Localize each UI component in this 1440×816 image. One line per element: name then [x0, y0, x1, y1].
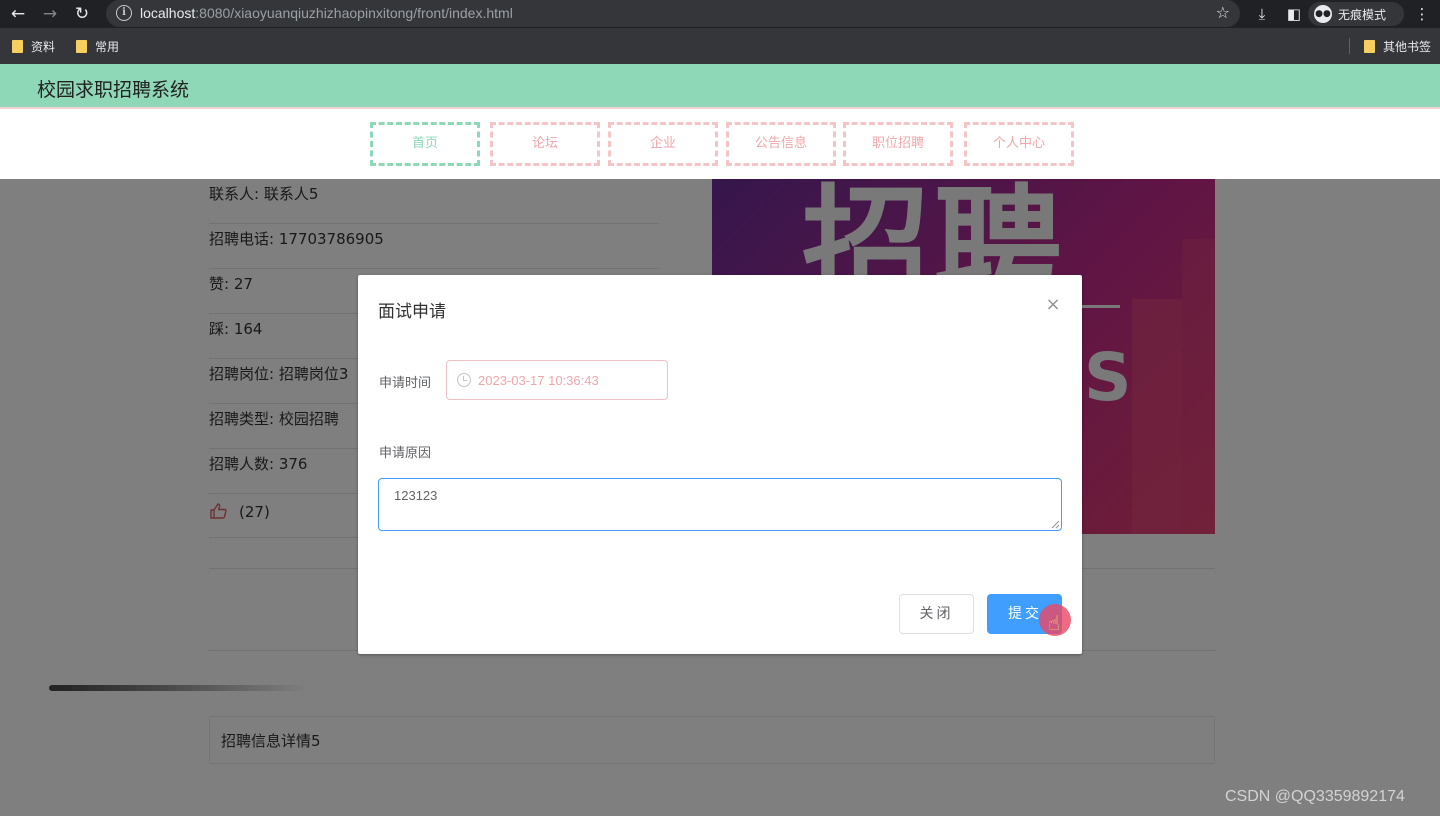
nav-company[interactable]: 企业: [608, 122, 718, 166]
incognito-icon: ●●: [1314, 5, 1332, 23]
folder-icon: [1364, 40, 1375, 53]
site-header: 校园求职招聘系统: [0, 64, 1440, 109]
close-button[interactable]: 关闭: [899, 594, 974, 634]
incognito-indicator[interactable]: ●● 无痕模式: [1308, 2, 1404, 26]
bookmarks-divider: [1349, 38, 1350, 54]
interview-application-dialog: 面试申请 × 申请时间 2023-03-17 10:36:43 申请原因 123…: [358, 275, 1082, 654]
folder-icon: [12, 40, 23, 53]
site-info-icon[interactable]: i: [116, 5, 132, 21]
site-title: 校园求职招聘系统: [37, 79, 190, 101]
nav-home[interactable]: 首页: [370, 122, 480, 166]
folder-icon: [76, 40, 87, 53]
bookmark-star-icon[interactable]: ☆: [1216, 3, 1230, 22]
side-panel-icon[interactable]: ◧: [1282, 2, 1306, 26]
reason-label: 申请原因: [379, 446, 432, 461]
bookmark-folder[interactable]: 常用: [76, 38, 119, 54]
nav-forum[interactable]: 论坛: [490, 122, 600, 166]
reason-textarea[interactable]: 123123: [378, 478, 1062, 531]
watermark: CSDN @QQ3359892174: [1225, 788, 1405, 805]
other-bookmarks[interactable]: 其他书签: [1364, 38, 1431, 54]
back-icon[interactable]: ←: [6, 2, 30, 26]
forward-icon[interactable]: →: [38, 2, 62, 26]
main-nav: 首页 论坛 企业 公告信息 职位招聘 个人中心: [0, 109, 1440, 179]
clock-icon: [457, 373, 471, 387]
application-time-value: 2023-03-17 10:36:43: [478, 373, 599, 388]
bookmarks-bar: 资料 常用 其他书签: [0, 28, 1440, 64]
bookmark-folder[interactable]: 资料: [12, 38, 55, 54]
application-time-picker[interactable]: 2023-03-17 10:36:43: [446, 360, 668, 400]
incognito-label: 无痕模式: [1338, 8, 1387, 22]
menu-icon[interactable]: ⋮: [1410, 2, 1434, 26]
nav-jobs[interactable]: 职位招聘: [843, 122, 953, 166]
time-label: 申请时间: [379, 376, 432, 391]
nav-announcements[interactable]: 公告信息: [726, 122, 836, 166]
dialog-title: 面试申请: [378, 302, 446, 322]
reload-icon[interactable]: ↻: [70, 2, 94, 26]
download-icon[interactable]: ⤓: [1250, 2, 1274, 26]
browser-toolbar: ← → ↻ i localhost:8080/xiaoyuanqiuzhizha…: [0, 0, 1440, 28]
close-icon[interactable]: ×: [1045, 296, 1061, 314]
url-text[interactable]: localhost:8080/xiaoyuanqiuzhizhaopinxito…: [140, 5, 513, 21]
nav-profile[interactable]: 个人中心: [964, 122, 1074, 166]
address-bar[interactable]: i localhost:8080/xiaoyuanqiuzhizhaopinxi…: [106, 0, 1240, 27]
resize-handle-icon[interactable]: [1050, 519, 1060, 529]
hand-cursor-icon: ☝: [1048, 611, 1061, 635]
